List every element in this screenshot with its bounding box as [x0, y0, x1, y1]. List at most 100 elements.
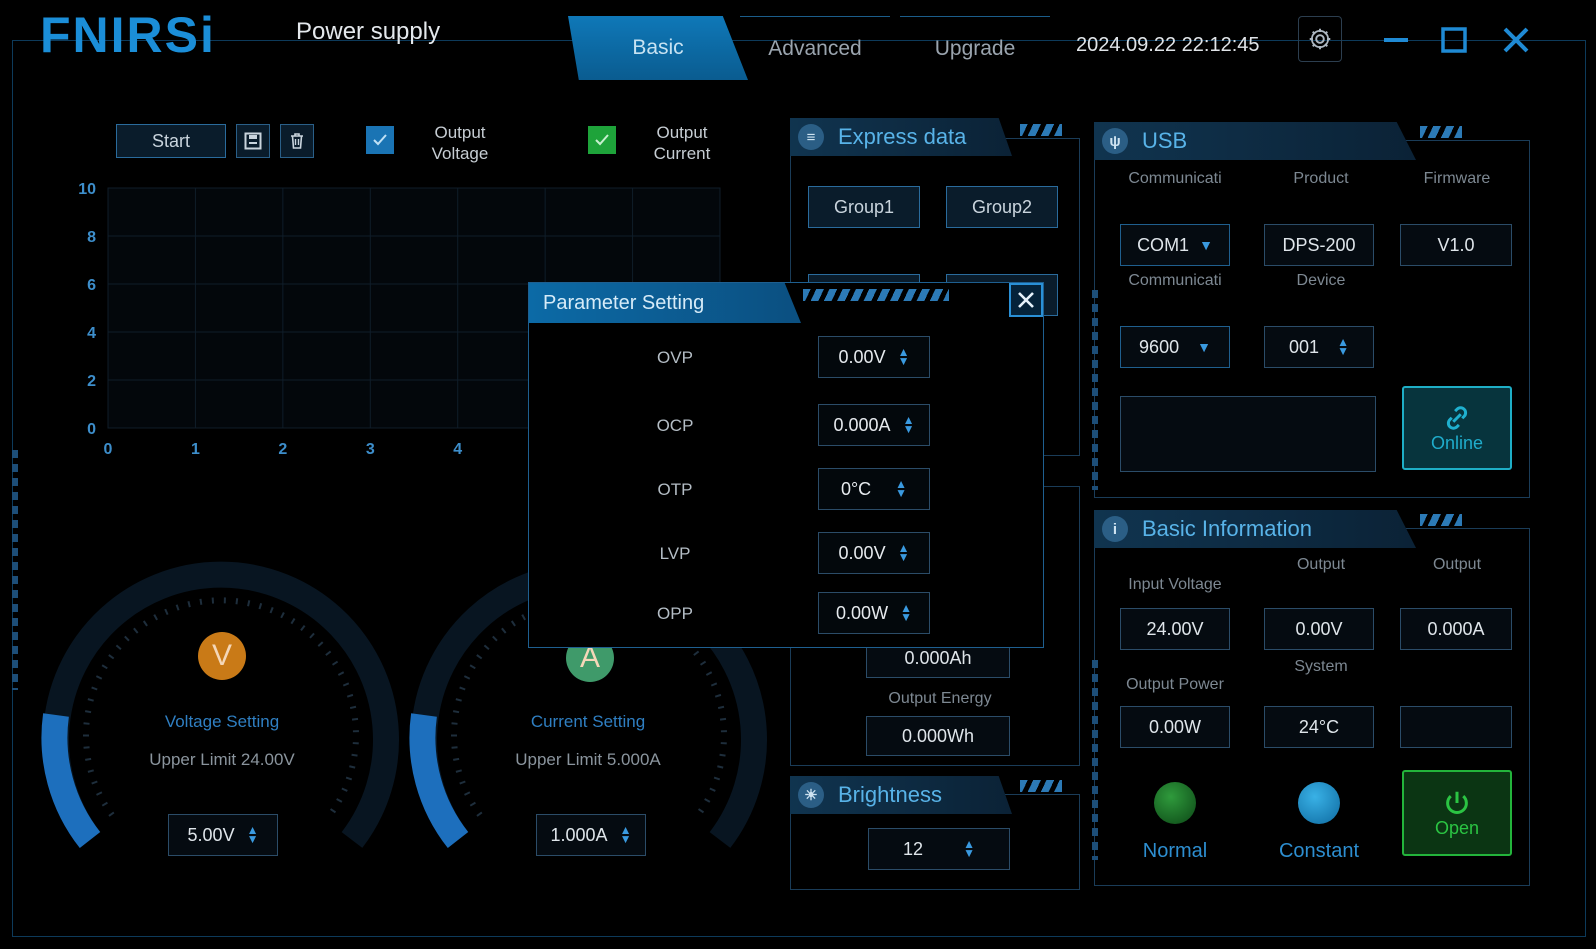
- decor-stripes: [1420, 126, 1462, 138]
- close-icon: [1018, 292, 1034, 308]
- spinner-icon[interactable]: ▲ ▼: [898, 542, 910, 563]
- chart-y-tick-label: 6: [87, 277, 96, 294]
- chevron-down-icon: ▼: [1197, 339, 1211, 355]
- output-current-checkbox[interactable]: [588, 126, 616, 154]
- ocp-value: 0.000A: [833, 414, 891, 435]
- spinner-icon[interactable]: ▲ ▼: [895, 478, 907, 499]
- usb-header: ψ USB: [1094, 122, 1416, 160]
- ovp-input[interactable]: 0.00V ▲ ▼: [818, 336, 930, 378]
- group1-button[interactable]: Group1: [808, 186, 920, 228]
- basic-info-header: i Basic Information: [1094, 510, 1416, 548]
- voltage-setting-value: 5.00V: [187, 824, 235, 845]
- open-label: Open: [1434, 817, 1480, 838]
- output-current-label: Output Current: [632, 122, 732, 164]
- brightness-header: ☀ Brightness: [790, 776, 1012, 814]
- start-button[interactable]: Start: [116, 124, 226, 158]
- spinner-icon[interactable]: ▲ ▼: [903, 414, 915, 435]
- lvp-input[interactable]: 0.00V ▲ ▼: [818, 532, 930, 574]
- decor-dashes: [1092, 290, 1098, 490]
- device-label: Device: [1296, 272, 1346, 289]
- input-voltage-field: 24.00V: [1120, 608, 1230, 650]
- decor-stripes: [1020, 124, 1062, 136]
- otp-value: 0°C: [840, 478, 872, 499]
- chart-y-tick-label: 8: [87, 229, 96, 246]
- brightness-input[interactable]: 12 ▲ ▼: [868, 828, 1010, 870]
- spinner-icon[interactable]: ▲ ▼: [963, 838, 975, 859]
- current-setting-title: Current Setting: [530, 712, 646, 731]
- input-voltage-label: Input Voltage: [1128, 576, 1222, 593]
- current-setting-input[interactable]: 1.000A ▲ ▼: [536, 814, 646, 856]
- otp-label: OTP: [657, 480, 693, 499]
- usb-status-box: [1120, 396, 1376, 472]
- tab-upgrade-label: Upgrade: [934, 37, 1016, 60]
- com-port-select[interactable]: COM1 ▼: [1120, 224, 1230, 266]
- group2-button[interactable]: Group2: [946, 186, 1058, 228]
- chart-x-tick-label: 0: [104, 441, 113, 458]
- com-port-value: COM1: [1137, 234, 1190, 255]
- chart-x-tick-label: 1: [191, 441, 200, 458]
- maximize-button[interactable]: [1434, 20, 1474, 60]
- ovp-value: 0.00V: [838, 346, 886, 367]
- open-output-button[interactable]: Open: [1402, 770, 1512, 856]
- chart-y-tick-label: 10: [78, 181, 96, 198]
- output-current-info-label: Output: [1432, 556, 1482, 573]
- checkmark-icon: [373, 134, 387, 146]
- voltage-setting-input[interactable]: 5.00V ▲ ▼: [168, 814, 278, 856]
- constant-indicator: [1298, 782, 1340, 824]
- settings-button[interactable]: [1298, 16, 1342, 62]
- output-voltage-label-line1: Output: [434, 123, 486, 142]
- spinner-icon[interactable]: ▲ ▼: [898, 346, 910, 367]
- tab-upgrade[interactable]: Upgrade: [900, 16, 1050, 81]
- energy-field: 0.000Wh: [866, 716, 1010, 756]
- online-button[interactable]: Online: [1402, 386, 1512, 470]
- output-energy-label: Output Energy: [888, 690, 992, 707]
- system-label: System: [1294, 658, 1348, 675]
- dialog-close-button[interactable]: [1009, 283, 1043, 317]
- communication-baud-label: Communicati: [1128, 272, 1222, 289]
- output-power-label: Output Power: [1126, 676, 1224, 693]
- voltage-knob[interactable]: V: [198, 632, 246, 680]
- output-current-label-line1: Output: [656, 123, 708, 142]
- parameter-setting-title: Parameter Setting: [543, 291, 705, 314]
- tab-basic[interactable]: Basic: [568, 16, 748, 80]
- opp-input[interactable]: 0.00W ▲ ▼: [818, 592, 930, 634]
- spinner-icon[interactable]: ▲ ▼: [900, 602, 912, 623]
- delete-button[interactable]: [280, 124, 314, 158]
- output-voltage-checkbox[interactable]: [366, 126, 394, 154]
- output-voltage-info-label: Output: [1296, 556, 1346, 573]
- current-upper-limit: Upper Limit 5.000A: [515, 750, 661, 769]
- device-address-value: 001: [1289, 336, 1320, 357]
- link-icon: [1446, 405, 1468, 430]
- output-voltage-label: Output Voltage: [410, 122, 510, 164]
- save-button[interactable]: [236, 124, 270, 158]
- brightness-title: Brightness: [838, 782, 942, 807]
- firmware-label: Firmware: [1423, 170, 1491, 187]
- power-icon: [1446, 791, 1468, 814]
- current-gauge-fill: [409, 713, 469, 849]
- tab-advanced[interactable]: Advanced: [740, 16, 890, 81]
- decor-stripes: [803, 289, 949, 301]
- voltage-upper-limit: Upper Limit 24.00V: [149, 750, 295, 769]
- chart-y-tick-label: 2: [87, 373, 96, 390]
- extra-info-field: [1400, 706, 1512, 748]
- parameter-setting-dialog: Parameter Setting: [528, 282, 1044, 648]
- normal-label: Normal: [1142, 840, 1208, 862]
- chart-x-tick-label: 2: [278, 441, 287, 458]
- baud-rate-select[interactable]: 9600 ▼: [1120, 326, 1230, 368]
- output-voltage-field: 0.00V: [1264, 608, 1374, 650]
- minimize-button[interactable]: [1376, 20, 1416, 60]
- otp-input[interactable]: 0°C ▲ ▼: [818, 468, 930, 510]
- ocp-input[interactable]: 0.000A ▲ ▼: [818, 404, 930, 446]
- device-address-input[interactable]: 001 ▲ ▼: [1264, 326, 1374, 368]
- maximize-icon: [1441, 27, 1467, 53]
- fnirsi-logo: FNIRSi: [40, 7, 216, 63]
- ocp-label: OCP: [656, 416, 694, 435]
- close-window-button[interactable]: [1496, 20, 1536, 60]
- spinner-icon[interactable]: ▲ ▼: [247, 824, 259, 845]
- decor-stripes: [1020, 780, 1062, 792]
- chart-y-tick-label: 4: [87, 325, 96, 342]
- opp-label: OPP: [657, 604, 693, 623]
- spinner-icon[interactable]: ▲ ▼: [620, 824, 632, 845]
- spinner-icon[interactable]: ▲ ▼: [1337, 336, 1349, 357]
- normal-indicator: [1154, 782, 1196, 824]
